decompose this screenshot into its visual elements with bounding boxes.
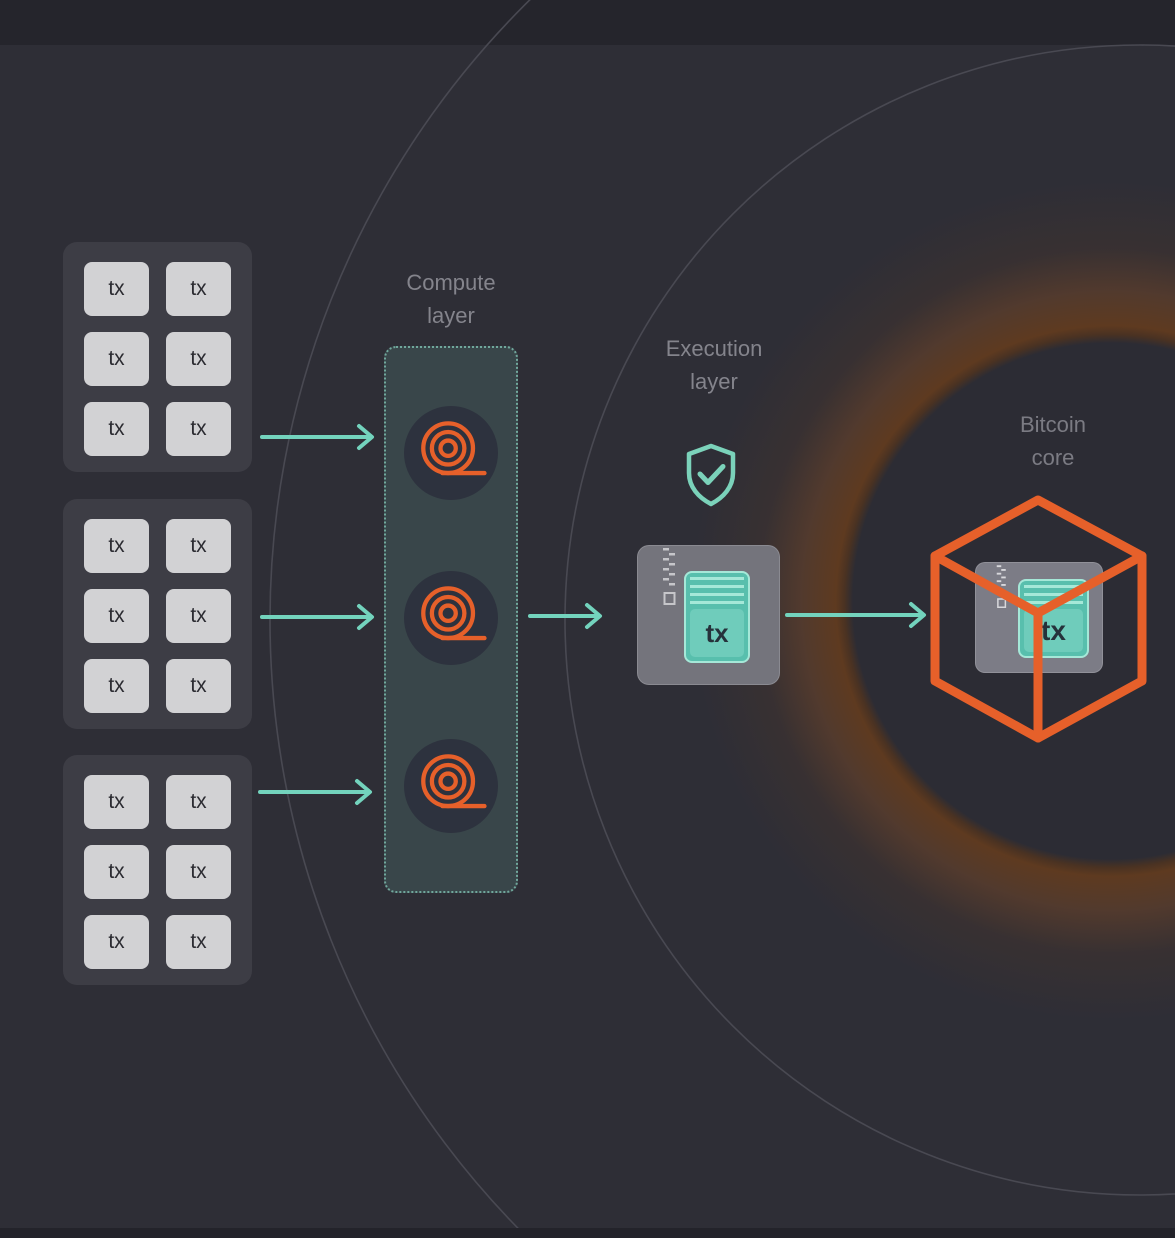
tx-cell: tx (84, 332, 149, 386)
tx-cell: tx (166, 519, 231, 573)
flow-arrow-icon (260, 424, 374, 450)
execution-layer-label: Execution layer (624, 332, 804, 398)
compressed-batch-zipfile: tx (637, 545, 780, 685)
tx-cell: tx (84, 775, 149, 829)
compute-layer-label-line2: layer (427, 303, 475, 328)
tx-cell: tx (84, 519, 149, 573)
tx-cell: tx (166, 262, 231, 316)
zipper-icon (663, 548, 676, 605)
tx-cell: tx (84, 845, 149, 899)
tx-cell: tx (84, 915, 149, 969)
compute-layer-panel (384, 346, 518, 893)
tx-cell: tx (84, 589, 149, 643)
rollup-scroll-icon (421, 754, 487, 809)
tx-batch-group-2: tx tx tx tx tx tx (63, 499, 252, 729)
tx-document: tx (1018, 579, 1089, 658)
execution-layer-label-line2: layer (690, 369, 738, 394)
tx-document: tx (684, 571, 750, 663)
flow-arrow-icon (785, 602, 926, 628)
tx-document-label: tx (1024, 609, 1083, 652)
rollup-node (404, 739, 498, 833)
rollup-scroll-icon (421, 586, 487, 641)
tx-cell: tx (166, 845, 231, 899)
compute-layer-label-line1: Compute (406, 270, 496, 295)
tx-cell: tx (166, 589, 231, 643)
rollup-architecture-diagram: tx tx tx tx tx tx tx tx tx tx tx tx tx tx tx tx tx tx C… (0, 0, 1175, 1238)
tx-cell: tx (166, 775, 231, 829)
bitcoin-core-label: Bitcoin core (972, 408, 1134, 474)
top-edge-strip (0, 0, 1175, 45)
tx-cell: tx (166, 659, 231, 713)
compressed-batch-zipfile-in-block: tx (975, 562, 1103, 673)
bitcoin-core-label-line2: core (1031, 445, 1075, 470)
rollup-node (404, 406, 498, 500)
tx-cell: tx (166, 915, 231, 969)
compressed-lines (1024, 585, 1083, 607)
tx-batch-group-3: tx tx tx tx tx tx (63, 755, 252, 985)
flow-arrow-icon (260, 604, 374, 630)
rollup-scroll-icon (421, 421, 487, 476)
tx-cell: tx (84, 262, 149, 316)
rollup-node (404, 571, 498, 665)
tx-cell: tx (84, 659, 149, 713)
execution-layer-label-line1: Execution (665, 336, 763, 361)
flow-arrow-icon (528, 603, 602, 629)
flow-arrow-icon (258, 779, 372, 805)
compressed-lines (690, 577, 744, 607)
shield-check-icon (682, 443, 740, 512)
zipper-icon (996, 565, 1007, 608)
bottom-edge-strip (0, 1228, 1175, 1238)
tx-cell: tx (166, 332, 231, 386)
bitcoin-core-label-line1: Bitcoin (1019, 412, 1087, 437)
tx-cell: tx (84, 402, 149, 456)
tx-document-label: tx (690, 609, 744, 657)
compute-layer-label: Compute layer (374, 266, 528, 332)
tx-cell: tx (166, 402, 231, 456)
tx-batch-group-1: tx tx tx tx tx tx (63, 242, 252, 472)
